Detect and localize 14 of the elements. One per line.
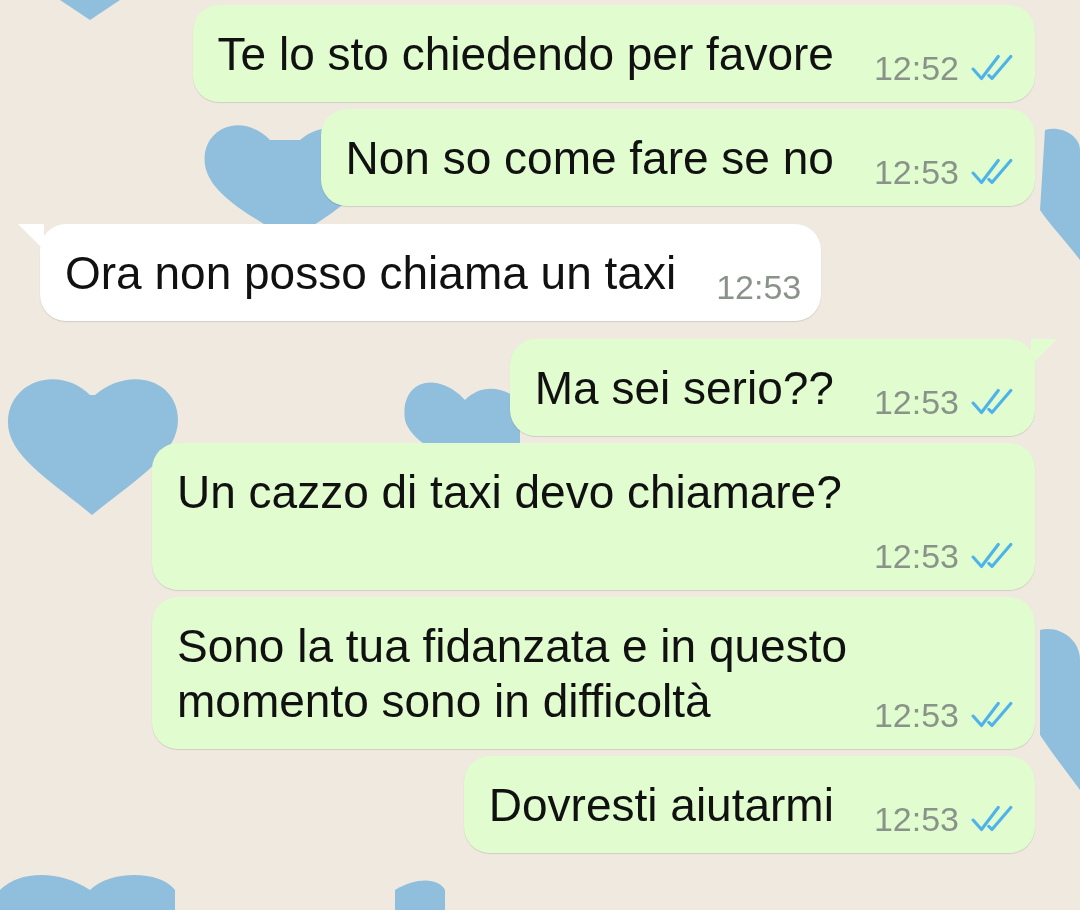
message-time: 12:53 [873, 536, 959, 576]
message-time: 12:53 [873, 695, 959, 735]
message-text: Ma sei serio?? [534, 361, 834, 416]
message-time: 12:53 [716, 267, 802, 307]
message-time: 12:53 [873, 799, 959, 839]
message-text: Non so come fare se no [345, 131, 834, 186]
message-time: 12:52 [873, 48, 959, 88]
message-text: Un cazzo di taxi devo chiamare? [177, 465, 843, 520]
message-text: Ora non posso chiama un taxi [65, 246, 677, 301]
message-text: Te lo sto chiedendo per favore [217, 27, 834, 82]
message-text: Dovresti aiutarmi [488, 778, 834, 833]
message-text: Sono la tua fidanzata e in questo momento sono in difficoltà [177, 619, 849, 729]
message-time: 12:53 [873, 152, 959, 192]
message-time: 12:53 [873, 382, 959, 422]
